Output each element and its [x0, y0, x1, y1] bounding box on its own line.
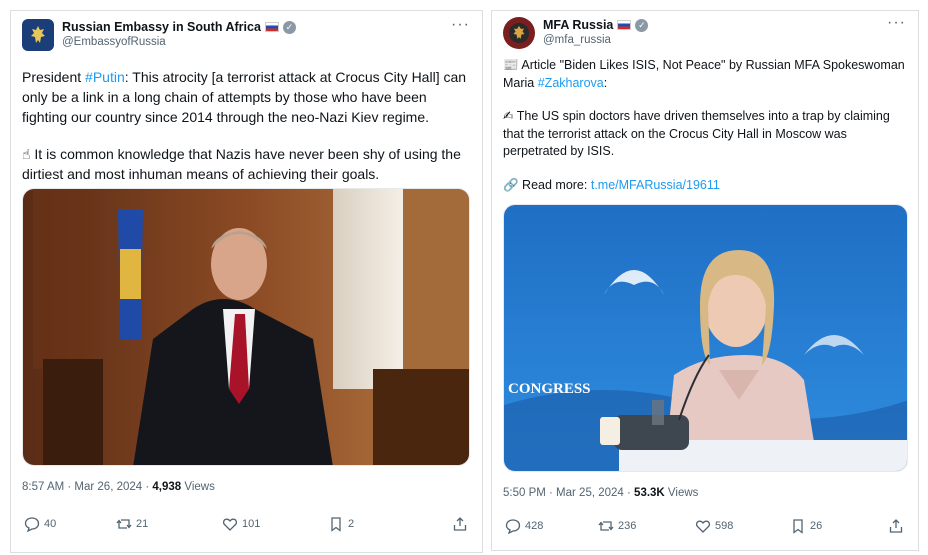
- repost-icon: [598, 521, 614, 531]
- views-label: Views: [181, 481, 215, 493]
- repost-button[interactable]: 21: [116, 516, 222, 532]
- external-link[interactable]: t.me/MFARussia/19611: [591, 178, 720, 192]
- text-span: It is common knowledge that Nazis have n…: [22, 146, 461, 182]
- tweet-header: MFA Russia ✓ @mfa_russia ···: [503, 15, 906, 49]
- avatar[interactable]: [503, 17, 535, 49]
- writing-hand-emoji-icon: ✍: [503, 109, 514, 123]
- tweet-meta: 5:50 PM · Mar 25, 2024 · 53.3K Views: [503, 487, 698, 499]
- like-icon: [222, 518, 238, 531]
- bookmark-count: 2: [348, 518, 355, 530]
- share-button[interactable]: [888, 518, 904, 534]
- avatar[interactable]: [22, 19, 54, 51]
- photo-illustration: [23, 189, 469, 465]
- like-button[interactable]: 101: [222, 516, 328, 532]
- text-span: President: [22, 69, 86, 85]
- author-name[interactable]: Russian Embassy in South Africa: [62, 19, 261, 35]
- verified-badge-icon: ✓: [635, 18, 649, 32]
- tweet-text: 📰 Article "Biden Likes ISIS, Not Peace" …: [503, 57, 906, 210]
- reply-icon: [24, 517, 40, 532]
- like-count: 598: [715, 520, 734, 532]
- russia-flag-icon: [264, 22, 279, 32]
- verified-badge-icon: ✓: [282, 20, 296, 34]
- tweet-meta: 8:57 AM · Mar 26, 2024 · 4,938 Views: [22, 481, 215, 493]
- views-count: 53.3K: [634, 487, 665, 499]
- repost-count: 21: [136, 518, 149, 530]
- hashtag-link[interactable]: #Zakharova: [538, 76, 604, 90]
- text-span: Read more:: [518, 177, 591, 192]
- author-name[interactable]: MFA Russia: [543, 17, 613, 33]
- text-span: The US spin doctors have driven themselv…: [503, 109, 890, 158]
- reply-button[interactable]: 428: [505, 518, 598, 534]
- backdrop-text: CONGRESS: [508, 381, 591, 397]
- like-count: 101: [242, 518, 261, 530]
- views-count: 4,938: [152, 481, 182, 493]
- reply-icon: [505, 519, 521, 534]
- reply-count: 428: [525, 520, 544, 532]
- repost-count: 236: [618, 520, 637, 532]
- bookmark-icon: [331, 517, 341, 532]
- coat-of-arms-icon: [509, 23, 529, 43]
- link-emoji-icon: 🔗: [503, 177, 519, 192]
- author-handle[interactable]: @EmbassyofRussia: [62, 35, 451, 50]
- repost-icon: [116, 519, 132, 529]
- share-button[interactable]: [452, 516, 468, 532]
- action-bar: 428 236 598 26: [505, 518, 904, 534]
- reply-count: 40: [44, 518, 57, 530]
- more-icon[interactable]: ···: [451, 17, 470, 33]
- bookmark-button[interactable]: 2: [328, 516, 424, 532]
- reply-button[interactable]: 40: [24, 516, 116, 532]
- pointing-up-emoji-icon: ☝: [22, 146, 31, 162]
- bookmark-button[interactable]: 26: [790, 518, 883, 534]
- bookmark-icon: [793, 519, 803, 534]
- repost-button[interactable]: 236: [598, 518, 695, 534]
- share-icon: [889, 519, 903, 533]
- like-icon: [695, 520, 711, 533]
- like-button[interactable]: 598: [695, 518, 790, 534]
- tweet-card-mfa[interactable]: MFA Russia ✓ @mfa_russia ··· 📰 Article "…: [491, 10, 919, 551]
- bookmark-count: 26: [810, 520, 823, 532]
- timestamp[interactable]: 5:50 PM · Mar 25, 2024 ·: [503, 487, 634, 499]
- coat-of-arms-icon: [31, 26, 45, 43]
- tweet-photo-zakharova[interactable]: CONGRESS: [503, 204, 908, 472]
- russia-flag-icon: [617, 20, 632, 30]
- photo-illustration: CONGRESS: [504, 205, 907, 471]
- views-label: Views: [664, 487, 699, 499]
- hashtag-link[interactable]: #Putin: [85, 69, 125, 85]
- text-span: :: [603, 75, 608, 90]
- share-icon: [453, 517, 467, 531]
- tweet-text: President #Putin: This atrocity [a terro…: [22, 67, 470, 201]
- tweet-card-embassy[interactable]: Russian Embassy in South Africa ✓ @Embas…: [10, 10, 483, 553]
- timestamp[interactable]: 8:57 AM · Mar 26, 2024 ·: [22, 481, 152, 493]
- tweet-photo-putin[interactable]: [22, 188, 470, 466]
- action-bar: 40 21 101 2: [24, 516, 468, 532]
- newspaper-emoji-icon: 📰: [503, 58, 519, 72]
- more-icon[interactable]: ···: [887, 15, 906, 31]
- author-handle[interactable]: @mfa_russia: [543, 33, 887, 48]
- tweet-header: Russian Embassy in South Africa ✓ @Embas…: [22, 17, 470, 51]
